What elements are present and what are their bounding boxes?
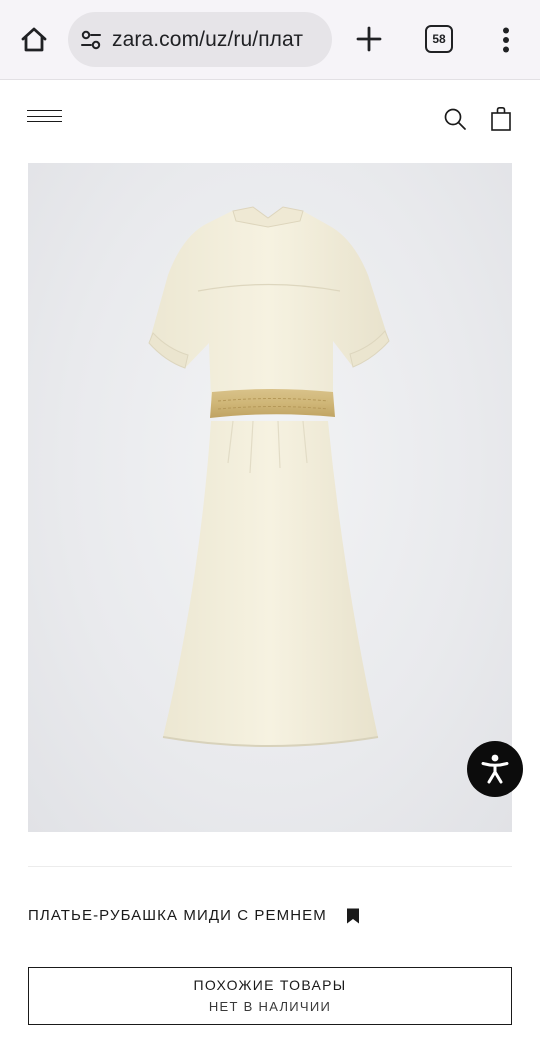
tab-switcher-icon: 58 bbox=[425, 25, 453, 53]
search-icon[interactable] bbox=[443, 107, 467, 131]
more-vert-icon bbox=[503, 27, 509, 53]
similar-products-label: ПОХОЖИЕ ТОВАРЫ bbox=[193, 977, 347, 993]
dress-image bbox=[148, 206, 390, 747]
stock-status: НЕТ В НАЛИЧИИ bbox=[208, 999, 332, 1014]
accessibility-icon bbox=[481, 754, 509, 784]
url-text[interactable]: zara.com/uz/ru/плат bbox=[112, 28, 322, 52]
plus-icon bbox=[356, 26, 382, 52]
tab-count: 58 bbox=[432, 32, 446, 46]
similar-products-button[interactable]: ПОХОЖИЕ ТОВАРЫ НЕТ В НАЛИЧИИ bbox=[28, 967, 512, 1025]
home-button[interactable] bbox=[14, 20, 54, 60]
browser-toolbar: zara.com/uz/ru/плат 58 bbox=[0, 0, 540, 80]
divider bbox=[28, 866, 512, 867]
site-header bbox=[0, 80, 540, 158]
browser-menu-button[interactable] bbox=[492, 20, 520, 60]
tune-icon[interactable] bbox=[80, 29, 102, 51]
menu-icon[interactable] bbox=[27, 110, 63, 128]
new-tab-button[interactable] bbox=[350, 20, 388, 58]
product-image[interactable] bbox=[28, 163, 512, 832]
tab-switcher-button[interactable]: 58 bbox=[422, 22, 456, 56]
product-title: ПЛАТЬЕ-РУБАШКА МИДИ С РЕМНЕМ bbox=[28, 907, 327, 924]
accessibility-button[interactable] bbox=[467, 741, 523, 797]
home-icon bbox=[21, 27, 47, 52]
address-bar[interactable]: zara.com/uz/ru/плат bbox=[68, 12, 332, 67]
bookmark-icon[interactable] bbox=[346, 908, 360, 924]
shopping-bag-icon[interactable] bbox=[489, 106, 513, 132]
